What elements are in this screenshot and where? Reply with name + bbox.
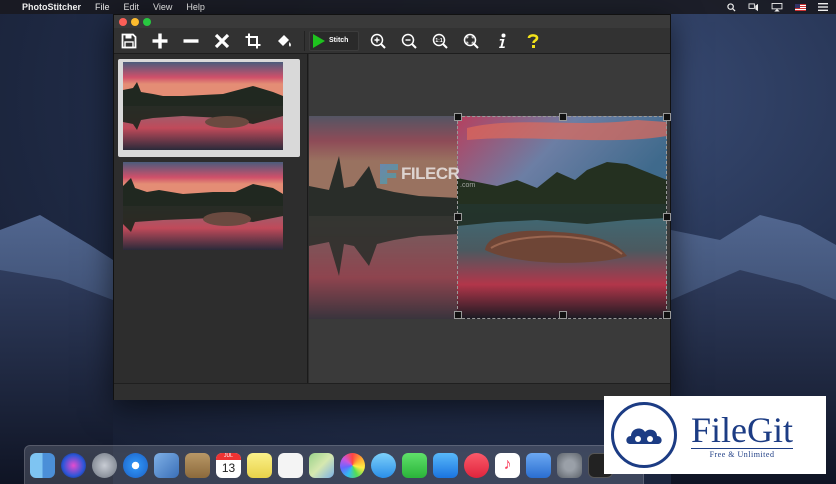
filegit-logo-icon xyxy=(611,402,677,468)
zoom-actual-icon: 1:1 xyxy=(432,33,448,49)
zoom-actual-size-button[interactable]: 1:1 xyxy=(429,30,451,52)
stitch-canvas[interactable] xyxy=(309,54,671,383)
toolbar: Stitch 1:1 xyxy=(114,28,670,54)
info-button[interactable] xyxy=(491,30,513,52)
filecr-logo-icon xyxy=(380,164,398,184)
thumbnail-2-image xyxy=(123,162,283,250)
filecr-watermark: FILECR .com xyxy=(380,164,475,189)
stitch-label: Stitch xyxy=(329,37,349,44)
help-button[interactable] xyxy=(522,30,544,52)
photostitcher-window: Stitch 1:1 xyxy=(113,14,671,400)
messages-icon[interactable] xyxy=(371,452,396,478)
resize-handle-top[interactable] xyxy=(559,113,567,121)
control-center-icon[interactable] xyxy=(748,2,759,12)
fill-icon xyxy=(278,34,291,47)
save-button[interactable] xyxy=(118,30,140,52)
input-source-flag-icon[interactable] xyxy=(795,3,806,11)
filegit-badge: FileGit Free & Unlimited xyxy=(604,396,826,474)
menu-view[interactable]: View xyxy=(153,2,172,12)
stitch-button[interactable]: Stitch xyxy=(309,30,359,51)
status-bar xyxy=(114,383,670,400)
finder-icon[interactable] xyxy=(30,452,55,478)
facetime-icon[interactable] xyxy=(402,452,427,478)
thumbnail-1[interactable] xyxy=(118,59,300,157)
mail-icon[interactable] xyxy=(154,452,179,478)
canvas-image-left[interactable] xyxy=(309,116,459,319)
zoom-out-icon xyxy=(401,33,417,49)
fill-button[interactable] xyxy=(273,30,295,52)
resize-handle-bottom-right[interactable] xyxy=(663,311,671,319)
notification-center-icon[interactable] xyxy=(818,3,828,11)
resize-handle-top-right[interactable] xyxy=(663,113,671,121)
info-icon xyxy=(499,33,506,48)
menu-bar: PhotoStitcher File Edit View Help xyxy=(0,0,836,14)
resize-handle-right[interactable] xyxy=(663,213,671,221)
photos-icon[interactable] xyxy=(340,452,365,478)
crop-icon xyxy=(245,33,261,48)
toolbar-separator xyxy=(304,30,305,51)
zoom-in-icon xyxy=(370,33,386,49)
delete-icon xyxy=(214,33,230,48)
stickies-icon[interactable] xyxy=(247,452,272,478)
calendar-icon[interactable]: JUL 13 xyxy=(216,452,241,478)
siri-icon[interactable] xyxy=(61,452,86,478)
thumbnail-2[interactable] xyxy=(118,159,300,257)
help-icon xyxy=(527,33,539,48)
zoom-in-button[interactable] xyxy=(367,30,389,52)
filecr-sub: .com xyxy=(460,182,476,189)
menu-help[interactable]: Help xyxy=(186,2,205,12)
dock: JUL 13 ♪ xyxy=(24,445,644,484)
zoom-out-button[interactable] xyxy=(398,30,420,52)
filecr-text: FILECR xyxy=(401,164,460,183)
minimize-window-button[interactable] xyxy=(131,18,139,26)
zoom-fit-icon xyxy=(463,33,479,49)
crop-button[interactable] xyxy=(242,30,264,52)
zoom-window-button[interactable] xyxy=(143,18,151,26)
music-icon[interactable]: ♪ xyxy=(495,452,520,478)
menu-file[interactable]: File xyxy=(95,2,110,12)
notes-icon[interactable] xyxy=(185,452,210,478)
zoom-to-fit-button[interactable] xyxy=(460,30,482,52)
resize-handle-top-left[interactable] xyxy=(454,113,462,121)
save-icon xyxy=(121,33,137,48)
image-list-panel[interactable] xyxy=(114,54,308,383)
cloud-icon xyxy=(626,428,662,444)
filegit-title: FileGit xyxy=(691,409,794,450)
reminders-icon[interactable] xyxy=(278,452,303,478)
resize-handle-bottom[interactable] xyxy=(559,311,567,319)
news-icon[interactable] xyxy=(464,452,489,478)
resize-handle-bottom-left[interactable] xyxy=(454,311,462,319)
zoom-actual-text: 1:1 xyxy=(435,37,442,43)
add-icon xyxy=(152,33,168,48)
launchpad-icon[interactable] xyxy=(92,452,117,478)
close-window-button[interactable] xyxy=(119,18,127,26)
airplay-icon[interactable] xyxy=(771,2,783,12)
delete-all-button[interactable] xyxy=(211,30,233,52)
system-preferences-icon[interactable] xyxy=(557,452,582,478)
selection-frame xyxy=(457,116,667,319)
play-icon xyxy=(313,33,325,48)
app-store-icon[interactable] xyxy=(433,452,458,478)
calendar-day: 13 xyxy=(221,460,236,475)
canvas-image-left-graphic xyxy=(309,116,459,319)
app-store-2-icon[interactable] xyxy=(526,452,551,478)
main-content xyxy=(114,54,671,383)
title-bar[interactable] xyxy=(114,15,670,28)
resize-handle-left[interactable] xyxy=(454,213,462,221)
maps-icon[interactable] xyxy=(309,452,334,478)
menu-app-name[interactable]: PhotoStitcher xyxy=(22,2,81,12)
menu-edit[interactable]: Edit xyxy=(124,2,140,12)
remove-image-button[interactable] xyxy=(180,30,202,52)
remove-icon xyxy=(183,38,199,43)
add-image-button[interactable] xyxy=(149,30,171,52)
spotlight-search-icon[interactable] xyxy=(727,2,736,12)
safari-icon[interactable] xyxy=(123,452,148,478)
calendar-month: JUL xyxy=(216,452,241,460)
thumbnail-1-image xyxy=(123,62,283,150)
